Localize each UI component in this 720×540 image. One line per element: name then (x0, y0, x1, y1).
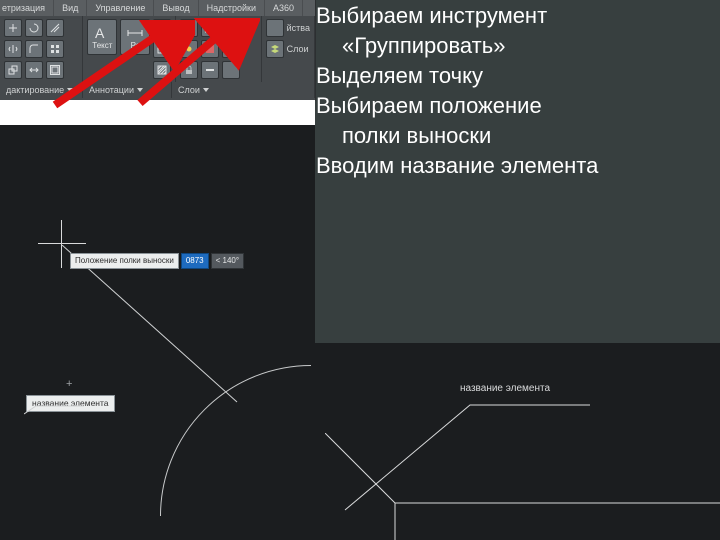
result-leader-label: название элемента (460, 383, 550, 395)
instruction-line: Вводим название элемента (316, 152, 714, 180)
leader-line (62, 245, 244, 409)
layers-icon[interactable] (266, 40, 284, 58)
ribbon-tab[interactable]: Вывод (154, 0, 198, 16)
ribbon-tab[interactable]: Управление (87, 0, 154, 16)
tooltip-distance[interactable]: 0873 (181, 253, 209, 269)
scale-icon[interactable] (4, 61, 22, 79)
instruction-line: Выбираем положение (316, 92, 714, 120)
ribbon-tab[interactable]: A360 (265, 0, 303, 16)
plus-marker: + (66, 379, 72, 390)
drawing-area-inprogress[interactable]: Положение полки выноски 0873 < 140° + на… (0, 125, 315, 540)
red-arrow-2 (130, 18, 260, 108)
rotate-icon[interactable] (25, 19, 43, 37)
ribbon-tabstrip: етризация Вид Управление Вывод Надстройк… (0, 0, 315, 16)
ribbon-panel-label: Слои (287, 40, 309, 58)
ribbon-group-clipped: йства Слои (262, 16, 315, 82)
ribbon-tab[interactable]: етризация (0, 0, 54, 16)
ribbon-panel-label: йства (287, 19, 310, 37)
ribbon-tab[interactable]: Надстройки (199, 0, 265, 16)
slide-root: етризация Вид Управление Вывод Надстройк… (0, 0, 720, 540)
move-icon[interactable] (4, 19, 22, 37)
instruction-line: Выбираем инструмент (316, 2, 714, 30)
instruction-line: полки выноски (316, 122, 714, 150)
mirror-icon[interactable] (4, 40, 22, 58)
instruction-line: «Группировать» (316, 32, 714, 60)
stretch-icon[interactable] (25, 61, 43, 79)
instruction-text: Выбираем инструмент «Группировать» Выдел… (316, 2, 714, 182)
props-icon[interactable] (266, 19, 284, 37)
tooltip-angle: < 140° (211, 253, 244, 269)
drawing-area-result[interactable]: название элемента (315, 343, 720, 540)
tooltip-hint: Положение полки выноски (70, 253, 179, 269)
fillet-icon[interactable] (25, 40, 43, 58)
instruction-line: Выделяем точку (316, 62, 714, 90)
ribbon-tab[interactable]: Вид (54, 0, 87, 16)
result-geometry (325, 433, 720, 540)
dynamic-input-tooltip: Положение полки выноски 0873 < 140° (70, 253, 244, 269)
